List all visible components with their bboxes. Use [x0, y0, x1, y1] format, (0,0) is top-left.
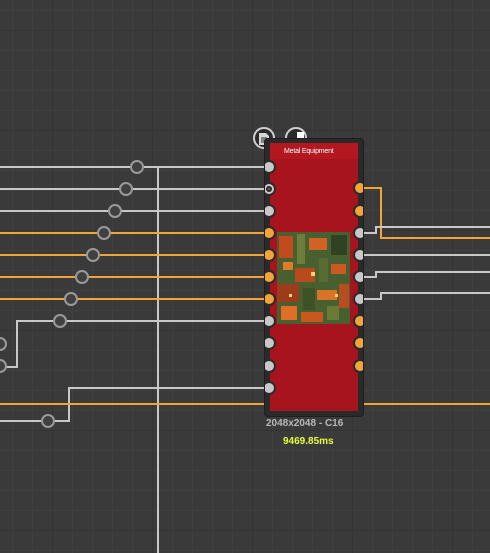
reroute-dot	[0, 359, 7, 373]
outgoing-wires	[360, 187, 490, 300]
input-port	[265, 160, 276, 174]
output-port	[353, 226, 363, 240]
reroute-dot	[130, 160, 144, 174]
output-port	[353, 314, 363, 328]
wire-in-8	[0, 320, 269, 368]
output-port	[353, 270, 363, 284]
reroute-dot	[86, 248, 100, 262]
reroute-dot	[0, 337, 7, 351]
wire-out-5	[360, 271, 490, 278]
output-port	[353, 292, 363, 306]
output-port	[353, 248, 363, 262]
input-port	[265, 336, 276, 350]
input-port	[265, 381, 276, 395]
reroute-dot	[119, 182, 133, 196]
wire-out-3	[360, 226, 490, 234]
input-port	[265, 226, 276, 240]
node-timing-label: 9469.85ms	[283, 436, 334, 447]
output-port	[353, 204, 363, 218]
graph-node[interactable]: Metal Equipment	[265, 139, 363, 416]
input-port	[265, 204, 276, 218]
reroute-dot	[64, 292, 78, 306]
node-ports	[265, 160, 363, 395]
wire-out-6	[360, 292, 490, 300]
input-port	[265, 270, 276, 284]
input-port	[265, 314, 276, 328]
node-resolution-label: 2048x2048 - C16	[266, 418, 344, 429]
output-port	[353, 336, 363, 350]
output-port	[353, 181, 363, 195]
reroute-dot	[41, 414, 55, 428]
reroute-dot	[75, 270, 89, 284]
reroute-dot	[108, 204, 122, 218]
input-port	[265, 359, 276, 373]
input-port	[265, 292, 276, 306]
node-graph-canvas[interactable]	[0, 0, 490, 553]
output-port	[353, 359, 363, 373]
input-port	[265, 248, 276, 262]
reroute-dot	[53, 314, 67, 328]
wire-out-1	[360, 187, 490, 239]
reroute-dot	[97, 226, 111, 240]
